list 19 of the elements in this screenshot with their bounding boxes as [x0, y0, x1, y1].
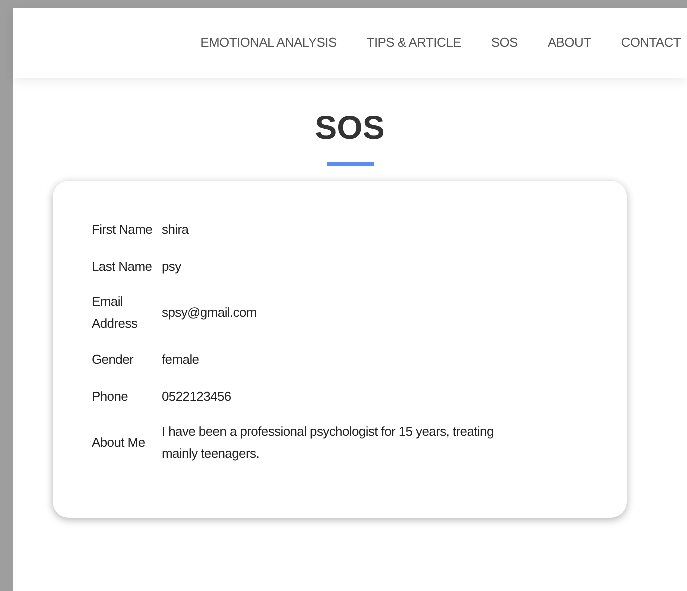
field-value: psy: [162, 258, 182, 276]
field-label: Phone: [92, 388, 130, 406]
field-label: Last Name: [92, 258, 154, 276]
field-value: I have been a professional psychologist for 15 years, treating mainly teenagers.: [162, 423, 495, 463]
page-heading: SOS: [315, 108, 385, 148]
field-label: About Me: [92, 434, 146, 452]
nav-link[interactable]: EMOTIONAL ANALYSIS: [200, 33, 337, 53]
field-label: Email Address: [92, 293, 139, 333]
field-label: First Name: [92, 220, 154, 238]
nav-link[interactable]: TIPS & ARTICLE: [366, 33, 462, 53]
field-value: 0522123456: [162, 388, 232, 406]
nav-link[interactable]: CONTACT: [621, 33, 681, 53]
field-value: spsy@gmail.com: [162, 304, 258, 322]
field-value: female: [162, 350, 200, 368]
nav-link[interactable]: SOS: [491, 33, 518, 53]
nav-link[interactable]: ABOUT: [548, 33, 592, 53]
field-value: shira: [162, 220, 190, 238]
heading-underline: [326, 162, 374, 166]
field-label: Gender: [92, 350, 135, 368]
